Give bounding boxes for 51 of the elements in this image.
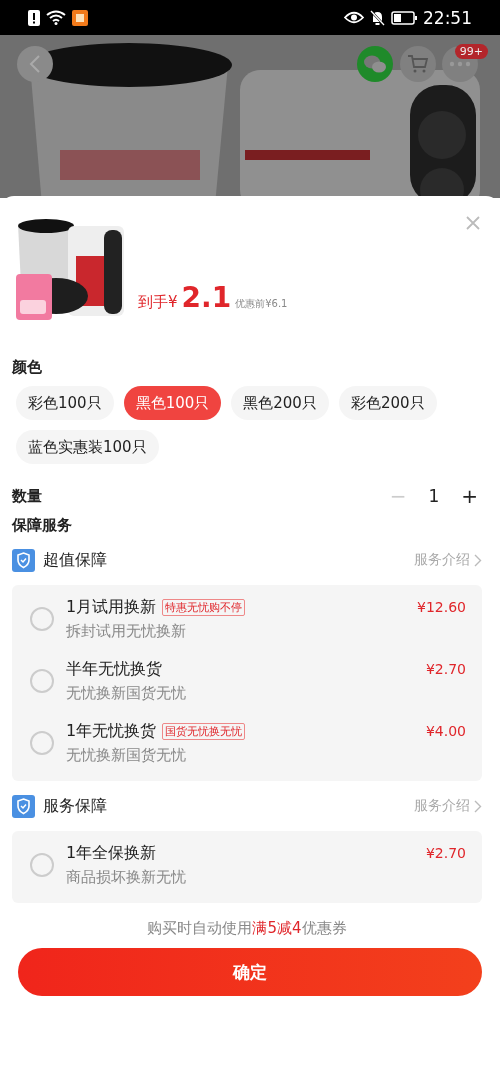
option-chip[interactable]: 彩色100只 <box>16 386 114 420</box>
battery-icon <box>391 10 417 25</box>
radio-button[interactable] <box>30 607 54 631</box>
muted-bell-icon <box>370 9 385 26</box>
section-title: 保障服务 <box>12 516 73 535</box>
more-icon <box>449 61 471 67</box>
option-chip[interactable]: 黑色100只 <box>123 386 222 420</box>
chevron-right-icon <box>474 799 482 813</box>
price-prefix: 到手¥ <box>138 293 178 312</box>
close-icon <box>466 216 480 230</box>
option-chip[interactable]: 彩色200只 <box>338 386 437 420</box>
chevron-right-icon <box>474 553 482 567</box>
service-tag: 国货无忧换无忧 <box>162 723 246 740</box>
group-title: 超值保障 <box>43 549 107 571</box>
service-name: 半年无忧换货 <box>66 659 162 680</box>
chat-bubbles-icon <box>363 54 387 74</box>
radio-button[interactable] <box>30 669 54 693</box>
group-title: 服务保障 <box>43 795 107 817</box>
section-title: 颜色 <box>12 358 43 377</box>
option-chip[interactable]: 蓝色实惠装100只 <box>16 430 159 464</box>
service-price: ¥4.00 <box>425 723 466 739</box>
service-name: 1月试用换新 <box>66 597 157 618</box>
wifi-icon <box>46 10 66 25</box>
price: 2.1 <box>181 281 232 314</box>
alert-icon <box>28 9 40 26</box>
original-price: 优惠前¥6.1 <box>235 297 288 311</box>
service-description: 拆封试用无忧换新 <box>66 622 187 641</box>
radio-button[interactable] <box>30 731 54 755</box>
radio-button[interactable] <box>30 853 54 877</box>
confirm-button[interactable]: 确定 <box>18 948 482 996</box>
service-name: 1年全保换新 <box>66 843 157 864</box>
back-icon <box>28 54 42 74</box>
clock-time: 22:51 <box>423 7 472 28</box>
cart-icon <box>407 54 429 74</box>
service-description: 无忧换新国货无忧 <box>66 684 187 703</box>
quantity-label: 数量 <box>12 486 42 506</box>
quantity-value: 1 <box>428 486 440 506</box>
option-chip[interactable]: 黑色200只 <box>231 386 329 420</box>
service-price: ¥2.70 <box>425 845 466 861</box>
shield-icon <box>12 794 35 818</box>
service-tag: 特惠无忧购不停 <box>162 599 246 616</box>
service-price: ¥12.60 <box>417 599 466 615</box>
eye-icon <box>344 11 364 24</box>
app-notification-icon <box>72 9 88 26</box>
shield-icon <box>12 548 35 572</box>
service-description: 商品损坏换新无忧 <box>66 868 187 887</box>
service-name: 1年无忧换货 <box>66 721 157 742</box>
coupon-note: 购买时自动使用满5减4优惠券 <box>146 919 348 938</box>
service-price: ¥2.70 <box>425 661 466 677</box>
service-description: 无忧换新国货无忧 <box>66 746 187 765</box>
increase-button[interactable]: + <box>457 484 482 508</box>
